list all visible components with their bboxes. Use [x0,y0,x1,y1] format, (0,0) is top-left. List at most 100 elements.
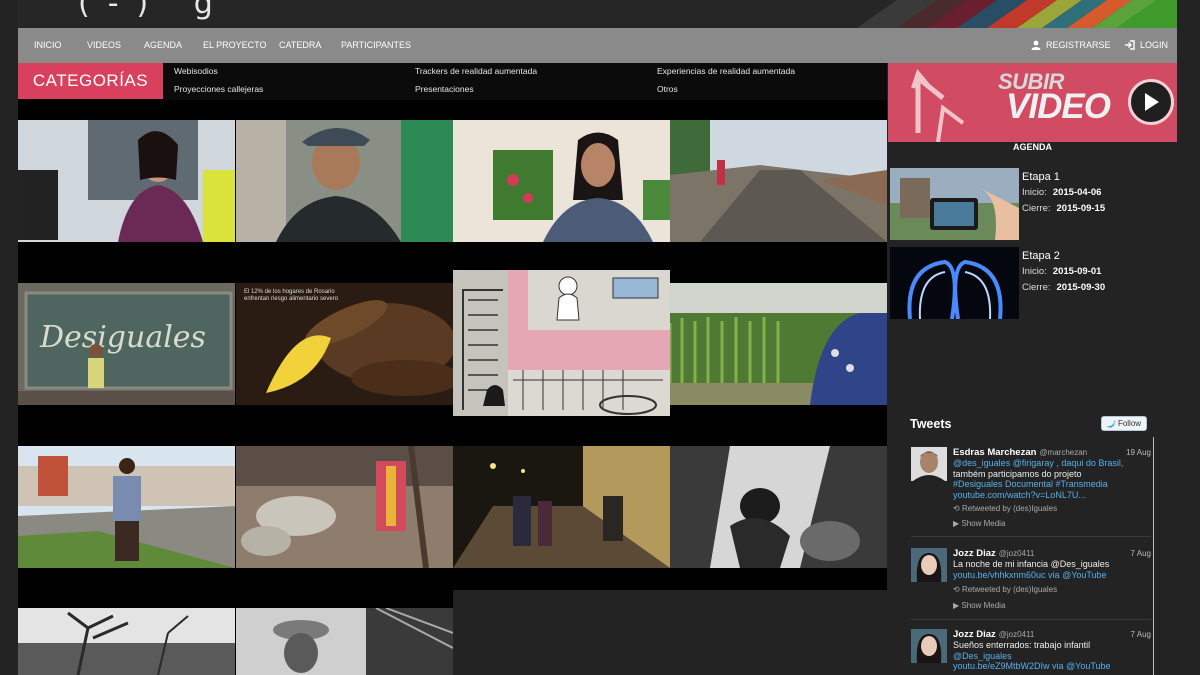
twitter-bird-icon [1106,420,1116,428]
avatar[interactable] [911,447,947,481]
author-handle: @joz0411 [998,549,1035,558]
video-thumbnail[interactable] [670,283,887,405]
tweet-line[interactable]: youtu.be/eZ9MtbW2DIw via @YouTube [953,661,1153,672]
nav-item-agenda[interactable]: AGENDA [144,40,182,50]
login-label: LOGIN [1140,40,1169,50]
show-media-link[interactable]: ▶ Show Media [953,519,1005,528]
video-thumbnail[interactable] [670,120,887,242]
retweet-label: Retweeted by (des)Iguales [961,504,1058,513]
tweet-divider [911,619,1151,620]
user-icon [1031,40,1041,50]
tweet-line[interactable]: youtube.com/watch?v=LoNL7U... [953,490,1153,501]
video-thumbnail[interactable] [18,446,235,568]
nav-item-inicio[interactable]: INICIO [34,40,62,50]
category-link-webisodios[interactable]: Webisodios [174,66,218,76]
agenda-label: AGENDA [1012,142,1052,152]
nav-item-participantes[interactable]: PARTICIPANTES [341,40,411,50]
end-date: 2015-09-15 [1056,203,1106,214]
video-thumbnail[interactable] [236,446,453,568]
tweet-line[interactable]: #Desiguales Documental #Transmedia [953,479,1153,490]
video-thumbnail[interactable]: El 12% de los hogares de Rosario enfrent… [236,283,453,405]
video-thumbnail[interactable] [18,608,235,675]
video-thumbnail[interactable] [18,120,235,242]
author-handle: @joz0411 [998,630,1035,639]
tweet-line[interactable]: @des_iguales @firigaray , daqui do Brasi… [953,458,1153,469]
avatar[interactable] [911,629,947,663]
tweets-title: Tweets [910,417,952,431]
nav-item-catedra[interactable]: CATEDRA [279,40,321,50]
register-link[interactable]: REGISTRARSE [1031,40,1111,50]
stage-name: Etapa 2 [1022,250,1060,262]
retweet-info: ⟲ Retweeted by (des)Iguales [953,585,1058,594]
end-label: Cierre: [1022,282,1051,293]
video-thumbnail[interactable] [453,120,670,242]
tweet-author[interactable]: Jozz Diaz @joz0411 [953,629,1034,640]
login-icon [1125,40,1135,50]
tweet-divider [911,536,1151,537]
tweet-author[interactable]: Jozz Diaz @joz0411 [953,548,1034,559]
tweet-line[interactable]: @Des_iguales [953,651,1153,662]
category-link-presentaciones[interactable]: Presentaciones [415,84,474,94]
author-handle: @marchezan [1039,448,1088,457]
tweet-line: também participamos do projeto [953,468,1082,479]
categories-bar: CATEGORÍAS Webisodios Trackers de realid… [18,63,887,100]
stage-thumbnail[interactable] [890,247,1019,319]
tweet-text: Sueños enterrados: trabajo infantil @Des… [953,640,1153,672]
top-bar: (-) g [18,0,1177,28]
tweet-text: La noche de mi infancia @Des_iguales you… [953,559,1153,580]
video-thumbnail[interactable] [453,446,670,568]
video-thumbnail[interactable] [236,608,453,675]
stage-end: Cierre: 2015-09-15 [1022,203,1105,214]
upload-video-banner[interactable]: SUBIR VIDEO [888,63,1177,142]
avatar[interactable] [911,548,947,582]
tweet-date[interactable]: 7 Aug [1131,630,1151,639]
category-link-proyecciones[interactable]: Proyecciones callejeras [174,84,263,94]
follow-button[interactable]: Follow [1101,416,1147,431]
video-thumbnail[interactable]: Desiguales [18,283,235,405]
categories-title: CATEGORÍAS [18,63,163,99]
stage-thumbnail[interactable] [890,168,1019,240]
follow-label: Follow [1117,419,1142,428]
start-label: Inicio: [1022,266,1047,277]
end-date: 2015-09-30 [1056,282,1106,293]
show-media-label: Show Media [961,601,1006,610]
category-link-trackers[interactable]: Trackers de realidad aumentada [415,66,537,76]
upload-line2: VIDEO [1006,87,1111,126]
agenda-stage[interactable]: Etapa 2 Inicio: 2015-09-01 Cierre: 2015-09… [890,247,1177,319]
video-grid: Desiguales El 12% de los hogares de Rosa… [18,100,887,675]
show-media-label: Show Media [961,519,1006,528]
start-label: Inicio: [1022,187,1047,198]
tweet-timeline[interactable]: Esdras Marchezan @marchezan 19 Aug @des_i… [888,437,1154,675]
author-name: Jozz Diaz [953,629,996,640]
nav-item-el-proyecto[interactable]: EL PROYECTO [203,40,267,50]
register-label: REGISTRARSE [1046,40,1111,50]
stage-name: Etapa 1 [1022,171,1060,183]
author-name: Jozz Diaz [953,548,996,559]
author-name: Esdras Marchezan [953,447,1037,458]
play-icon[interactable] [1128,79,1174,125]
nav-item-videos[interactable]: VIDEOS [87,40,121,50]
video-thumbnail[interactable] [453,270,670,416]
decorative-stripes [857,0,1177,28]
tweet-date[interactable]: 7 Aug [1131,549,1151,558]
category-link-experiencias[interactable]: Experiencias de realidad aumentada [657,66,795,76]
grid-empty-area [453,590,887,675]
start-date: 2015-04-06 [1052,187,1102,198]
stage-end: Cierre: 2015-09-30 [1022,282,1105,293]
start-date: 2015-09-01 [1052,266,1102,277]
retweet-label: Retweeted by (des)Iguales [961,585,1058,594]
agenda-stage[interactable]: Etapa 1 Inicio: 2015-04-06 Cierre: 2015-09… [890,168,1177,240]
svg-text:Desiguales: Desiguales [39,320,206,355]
end-label: Cierre: [1022,203,1051,214]
thumbnail-overlay-text: El 12% de los hogares de Rosario enfrent… [244,289,339,302]
video-thumbnail[interactable] [670,446,887,568]
category-link-otros[interactable]: Otros [657,84,678,94]
tweet-line[interactable]: youtu.be/vhhkxnm60uc via @YouTube [953,570,1153,581]
tweet-date[interactable]: 19 Aug [1126,448,1151,457]
login-link[interactable]: LOGIN [1124,40,1168,50]
show-media-link[interactable]: ▶ Show Media [953,601,1005,610]
video-thumbnail[interactable] [236,120,453,242]
tweet-text: @des_iguales @firigaray , daqui do Brasi… [953,458,1153,500]
tweet-author[interactable]: Esdras Marchezan @marchezan [953,447,1087,458]
site-logo[interactable]: (-) g [78,0,231,21]
